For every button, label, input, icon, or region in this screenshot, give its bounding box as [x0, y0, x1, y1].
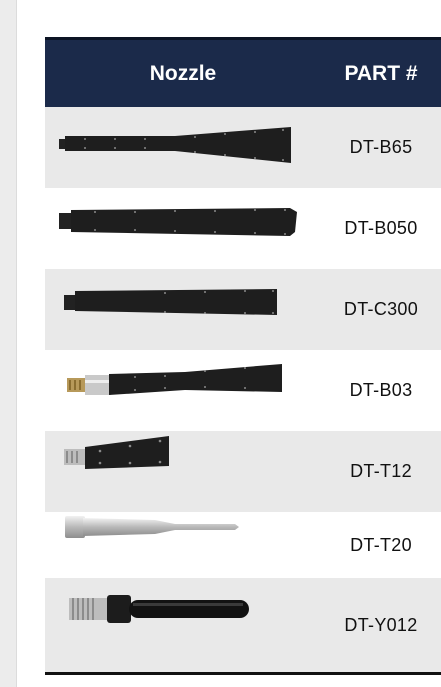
- header-nozzle: Nozzle: [149, 61, 217, 85]
- table-row: DT-B050: [45, 188, 441, 269]
- part-number: DT-Y012: [344, 614, 418, 635]
- table-header: Nozzle PART #: [45, 37, 441, 107]
- fitted-blade-nozzle-icon: [45, 350, 321, 431]
- table-row: DT-Y012: [45, 578, 441, 672]
- short-blade-nozzle-icon: [45, 431, 321, 512]
- flat-rectangular-nozzle-icon: [45, 269, 321, 350]
- part-number: DT-B03: [349, 380, 413, 400]
- left-sidebar-rail: [0, 0, 16, 687]
- nozzle-parts-table: Nozzle PART # DT-B65 DT-B050 DT-C300 DT-…: [45, 37, 441, 675]
- header-part-number: PART #: [344, 61, 418, 85]
- part-number: DT-B050: [344, 218, 418, 238]
- table-row: DT-B65: [45, 107, 441, 188]
- table-row: DT-T20: [45, 512, 441, 578]
- round-tube-nozzle-icon: [45, 578, 321, 672]
- left-divider: [16, 0, 17, 687]
- part-number: DT-B65: [349, 137, 413, 157]
- table-row: DT-C300: [45, 269, 441, 350]
- part-number: DT-T20: [350, 534, 412, 555]
- table-row: DT-B03: [45, 350, 441, 431]
- table-bottom-border: [45, 672, 441, 675]
- table-row: DT-T12: [45, 431, 441, 512]
- wide-blade-nozzle-icon: [45, 107, 321, 188]
- straight-blade-nozzle-icon: [45, 188, 321, 269]
- part-number: DT-T12: [350, 461, 412, 481]
- part-number: DT-C300: [343, 299, 419, 319]
- tapered-tube-nozzle-icon: [45, 512, 321, 578]
